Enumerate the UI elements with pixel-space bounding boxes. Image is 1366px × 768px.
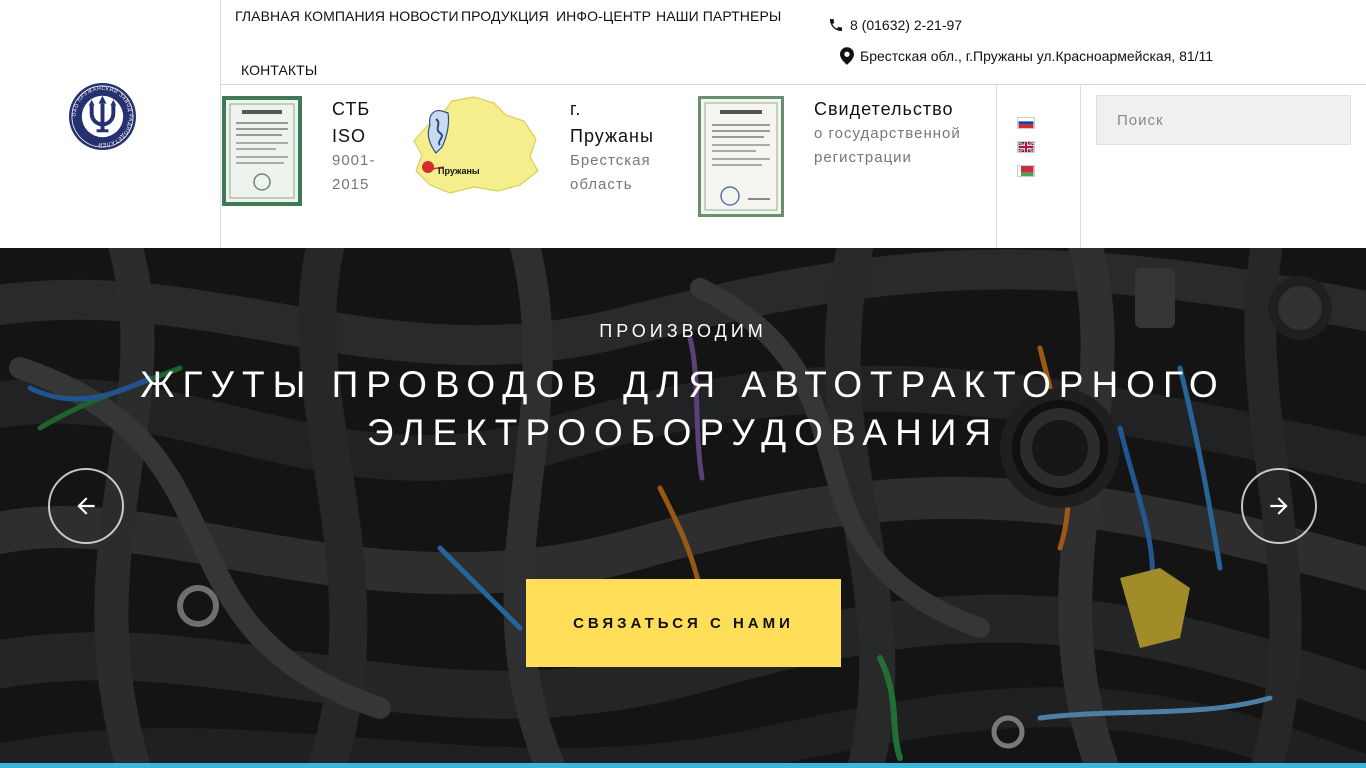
belarus-flag-icon[interactable]: [1017, 165, 1035, 177]
contact-us-button[interactable]: СВЯЗАТЬСЯ С НАМИ: [526, 579, 841, 667]
main-navigation: ГЛАВНАЯ КОМПАНИЯ НОВОСТИ ПРОДУКЦИЯ ИНФО-…: [221, 0, 811, 84]
slider-prev-button[interactable]: [48, 468, 124, 544]
iso-certificate-thumbnail[interactable]: [222, 96, 302, 206]
phone-row[interactable]: 8 (01632) 2-21-97: [828, 17, 962, 33]
phone-icon: [830, 19, 842, 31]
registration-certificate-thumbnail[interactable]: [698, 96, 784, 217]
slider-next-button[interactable]: [1241, 468, 1317, 544]
company-logo[interactable]: ОАО ПРУЖАНСКИЙ ЗАВОД РАДИОДЕТАЛЕЙ: [68, 82, 137, 151]
english-flag-icon[interactable]: [1017, 141, 1035, 153]
nav-item-partners[interactable]: НАШИ ПАРТНЕРЫ: [656, 8, 781, 24]
phone-number: 8 (01632) 2-21-97: [850, 17, 963, 33]
search-input[interactable]: [1096, 95, 1351, 145]
hero-kicker: ПРОИЗВОДИМ: [599, 321, 767, 341]
belarus-map-thumbnail[interactable]: Пружаны: [412, 95, 540, 195]
map-city-label: Пружаны: [438, 166, 480, 176]
column-divider: [1080, 85, 1081, 248]
nav-item-info[interactable]: ИНФО-ЦЕНТР: [556, 8, 651, 24]
nav-item-company[interactable]: КОМПАНИЯ: [304, 8, 385, 24]
location-pin-icon: [840, 47, 854, 65]
hero-slider: ПРОИЗВОДИМ ЖГУТЫ ПРОВОДОВ ДЛЯ АВТОТРАКТО…: [0, 248, 1366, 768]
nav-item-home[interactable]: ГЛАВНАЯ: [235, 8, 300, 24]
language-switcher: [1017, 117, 1035, 189]
address-row: Брестская обл., г.Пружаны ул.Красноармей…: [840, 47, 1213, 65]
column-divider: [996, 85, 997, 248]
location-subtitle: Брестская область: [570, 152, 651, 193]
registration-title: Свидетельство: [814, 99, 954, 119]
iso-cert-subtitle: 9001- 2015: [332, 152, 376, 193]
nav-item-contacts[interactable]: КОНТАКТЫ: [241, 62, 317, 78]
logo-column: ОАО ПРУЖАНСКИЙ ЗАВОД РАДИОДЕТАЛЕЙ: [0, 0, 221, 248]
nav-item-news[interactable]: НОВОСТИ: [389, 8, 459, 24]
location-title: г. Пружаны: [570, 99, 654, 146]
header-divider: [221, 84, 1366, 85]
arrow-right-icon: [1270, 497, 1288, 515]
site-header: ОАО ПРУЖАНСКИЙ ЗАВОД РАДИОДЕТАЛЕЙ ГЛАВНА…: [0, 0, 1366, 248]
russian-flag-icon[interactable]: [1017, 117, 1035, 129]
address-text: Брестская обл., г.Пружаны ул.Красноармей…: [860, 48, 1214, 64]
registration-subtitle: о государственной регистрации: [814, 125, 961, 166]
arrow-left-icon: [77, 497, 95, 515]
iso-cert-title: СТБ ISO: [332, 99, 371, 146]
contact-info: 8 (01632) 2-21-97 Брестская обл., г.Пруж…: [826, 0, 1366, 84]
nav-item-products[interactable]: ПРОДУКЦИЯ: [461, 8, 549, 24]
hero-bottom-bar: [0, 763, 1366, 768]
hero-title: ЖГУТЫ ПРОВОДОВ ДЛЯ АВТОТРАКТОРНОГО ЭЛЕКТ…: [140, 364, 1226, 453]
